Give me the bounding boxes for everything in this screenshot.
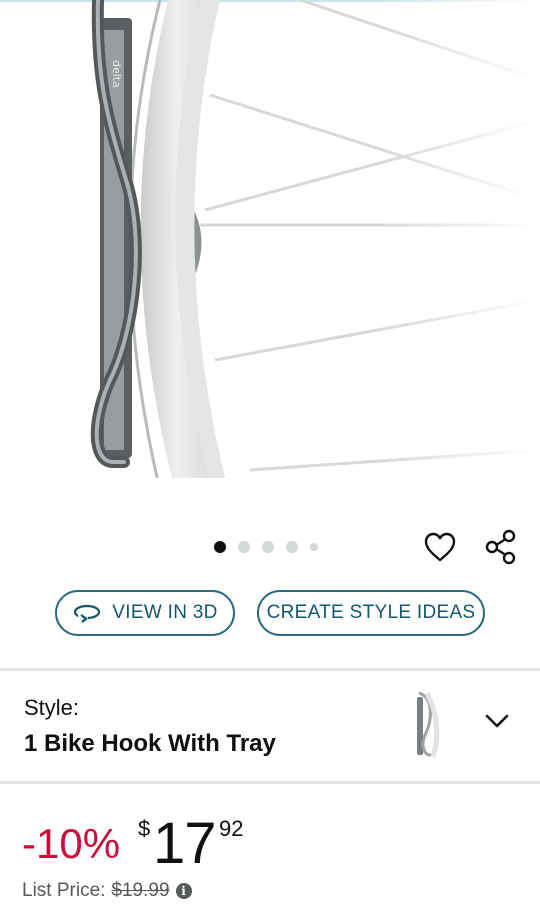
chevron-down-icon	[485, 714, 509, 728]
product-image[interactable]: delta	[0, 0, 540, 490]
create-style-ideas-label: CREATE STYLE IDEAS	[266, 602, 476, 623]
carousel-dot[interactable]	[238, 541, 250, 553]
share-icon	[485, 529, 516, 565]
heart-icon	[424, 532, 456, 562]
view-in-3d-button[interactable]: VIEW IN 3D	[55, 590, 235, 636]
wishlist-button[interactable]	[420, 527, 460, 567]
price-fraction: 92	[219, 816, 244, 841]
info-icon[interactable]: i	[175, 883, 192, 899]
price-whole: 17	[153, 811, 217, 876]
view-in-3d-label: VIEW IN 3D	[112, 602, 218, 623]
discount-percent: -10%	[22, 820, 121, 867]
share-button[interactable]	[481, 527, 521, 567]
style-selector[interactable]: Style: 1 Bike Hook With Tray	[0, 671, 540, 781]
style-value: 1 Bike Hook With Tray	[24, 730, 276, 757]
carousel-dot-active[interactable]	[214, 541, 226, 553]
svg-text:delta: delta	[110, 60, 123, 88]
carousel-dot[interactable]	[286, 541, 298, 553]
carousel-dot[interactable]	[310, 543, 318, 551]
style-thumbnail	[417, 691, 440, 758]
rotate-3d-icon	[74, 604, 101, 623]
price-currency: $	[138, 816, 151, 841]
style-label: Style:	[24, 695, 80, 720]
list-price: List Price: $19.99 i	[22, 880, 192, 902]
list-price-value: $19.99	[111, 880, 170, 901]
carousel-dot[interactable]	[262, 541, 274, 553]
list-price-label: List Price:	[22, 880, 106, 901]
create-style-ideas-button[interactable]: CREATE STYLE IDEAS	[257, 590, 485, 636]
carousel-indicator[interactable]	[214, 540, 318, 554]
divider	[0, 781, 540, 784]
